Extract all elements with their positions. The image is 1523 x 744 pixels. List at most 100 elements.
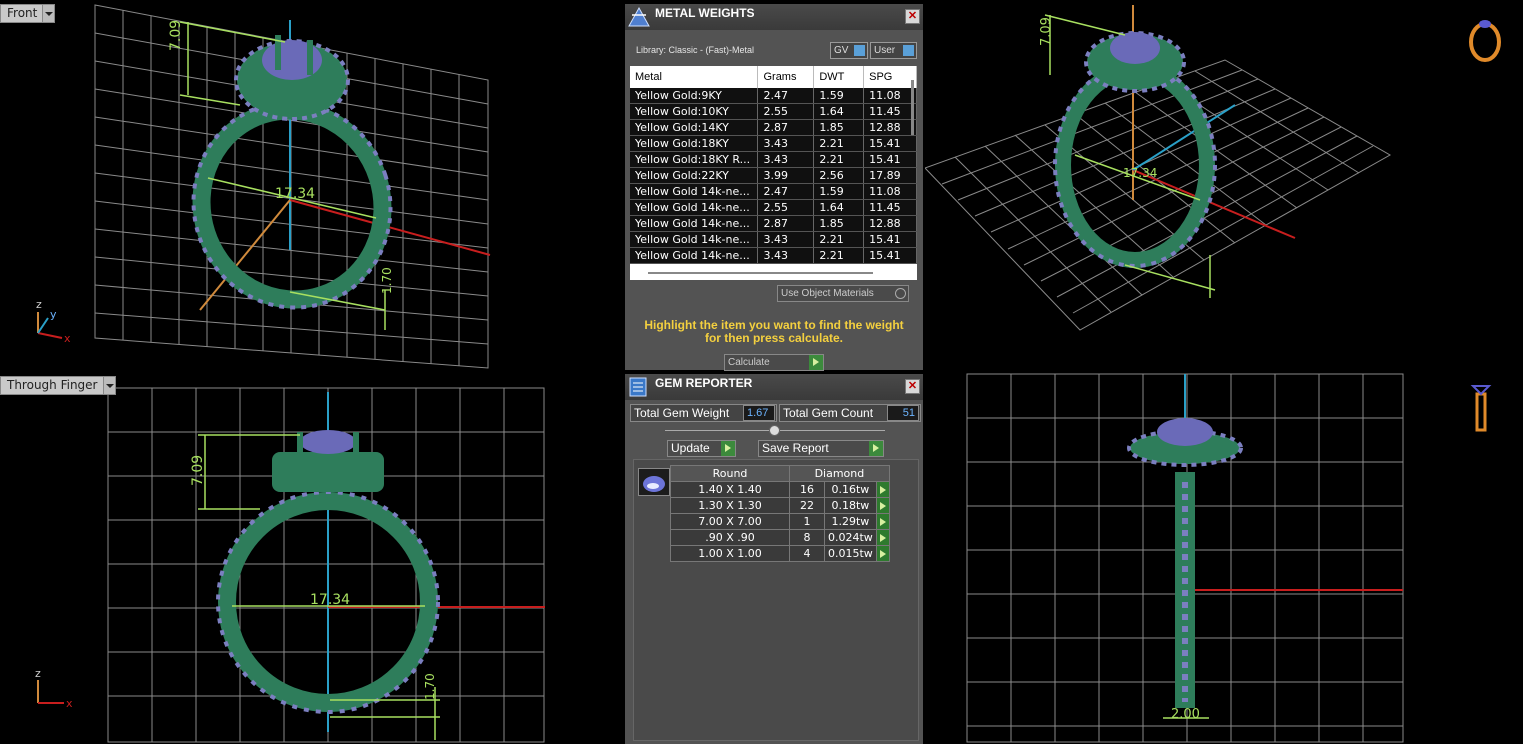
- table-row[interactable]: Yellow Gold 14k-ne... 2.55 1.64 11.45: [630, 199, 917, 216]
- cell: 0.024tw: [824, 529, 877, 546]
- table-row[interactable]: 1.40 X 1.40 16 0.16tw: [670, 481, 890, 498]
- cell: 2.87: [757, 119, 815, 136]
- col-diamond: Diamond: [789, 465, 890, 482]
- toggle-icon: [895, 288, 906, 299]
- calculate-hint: Highlight the item you want to find the …: [625, 319, 923, 345]
- cell: 3.43: [757, 247, 815, 264]
- table-row[interactable]: Yellow Gold:14KY 2.87 1.85 12.88: [630, 119, 917, 136]
- row-arrow-icon[interactable]: [875, 481, 890, 498]
- dim-width-label: 17.34: [275, 186, 315, 202]
- cell: Yellow Gold:10KY: [630, 103, 759, 120]
- table-row[interactable]: 1.00 X 1.00 4 0.015tw: [670, 545, 890, 562]
- library-label: Library: Classic - (Fast)-Metal: [636, 45, 755, 55]
- cell: 15.41: [863, 247, 917, 264]
- cell: 4: [789, 545, 825, 562]
- cell: Yellow Gold 14k-ne...: [630, 247, 759, 264]
- row-arrow-icon[interactable]: [875, 529, 890, 546]
- viewport-front-name: Front: [7, 6, 38, 20]
- cell: Yellow Gold:9KY: [630, 88, 759, 104]
- table-row[interactable]: 1.30 X 1.30 22 0.18tw: [670, 497, 890, 514]
- row-arrow-icon[interactable]: [875, 497, 890, 514]
- slider-handle[interactable]: [769, 425, 780, 436]
- close-icon[interactable]: ✕: [905, 9, 920, 24]
- center-stone: [300, 430, 356, 454]
- cell: Yellow Gold:18KY: [630, 135, 759, 152]
- center-stone: [1110, 32, 1160, 64]
- col-dwt[interactable]: DWT: [813, 66, 865, 88]
- calculate-button[interactable]: Calculate: [724, 354, 824, 371]
- through-finger-canvas: 7.09 17.34 1.70 z x: [35, 387, 545, 743]
- cell: 1.64: [813, 103, 865, 120]
- cell: 1.59: [813, 88, 865, 104]
- horizontal-scrollbar[interactable]: [648, 272, 873, 274]
- row-arrow-icon[interactable]: [875, 513, 890, 530]
- dim-band-label: 1.70: [423, 673, 437, 700]
- table-row[interactable]: Yellow Gold:22KY 3.99 2.56 17.89: [630, 167, 917, 184]
- col-metal[interactable]: Metal: [630, 66, 759, 88]
- row-arrow-icon[interactable]: [875, 545, 890, 562]
- dim-height-label: 7.09: [1039, 17, 1054, 46]
- viewport-side[interactable]: 2.00: [925, 372, 1523, 744]
- vertical-scrollbar[interactable]: [911, 80, 914, 135]
- cell: 1.64: [813, 199, 865, 216]
- table-row[interactable]: .90 X .90 8 0.024tw: [670, 529, 890, 546]
- round-diamond-icon: [638, 468, 670, 496]
- user-toggle[interactable]: User: [870, 42, 917, 59]
- metal-weights-titlebar[interactable]: METAL WEIGHTS ✕: [625, 4, 923, 30]
- save-report-button[interactable]: Save Report: [758, 440, 884, 457]
- table-row[interactable]: Yellow Gold:18KY 3.43 2.21 15.41: [630, 135, 917, 152]
- gv-label: GV: [834, 45, 849, 56]
- cell: 2.21: [813, 135, 865, 152]
- viewport-through-finger-label[interactable]: Through Finger: [0, 376, 116, 395]
- svg-text:x: x: [64, 332, 71, 345]
- ring-band: [1055, 62, 1215, 268]
- viewport-front-label[interactable]: Front: [0, 4, 56, 23]
- cell: 0.015tw: [824, 545, 877, 562]
- cell: 3.43: [757, 151, 815, 168]
- side-view-canvas: 2.00: [966, 373, 1492, 743]
- gem-table[interactable]: Round Diamond 1.40 X 1.40 16 0.16tw 1.30 X…: [670, 465, 890, 562]
- col-grams[interactable]: Grams: [757, 66, 815, 88]
- total-gem-count-label: Total Gem Count: [783, 406, 874, 420]
- table-row[interactable]: Yellow Gold:9KY 2.47 1.59 11.08: [630, 88, 917, 104]
- svg-text:y: y: [50, 308, 57, 321]
- gv-toggle[interactable]: GV: [830, 42, 868, 59]
- cell: 1.85: [813, 215, 865, 232]
- cell: 17.89: [863, 167, 917, 184]
- chevron-down-icon[interactable]: [42, 4, 56, 23]
- report-icon: [629, 377, 647, 397]
- table-row[interactable]: Yellow Gold:10KY 2.55 1.64 11.45: [630, 103, 917, 120]
- close-icon[interactable]: ✕: [905, 379, 920, 394]
- table-row[interactable]: Yellow Gold 14k-ne... 2.87 1.85 12.88: [630, 215, 917, 232]
- table-row[interactable]: Yellow Gold:18KY R... 3.43 2.21 15.41: [630, 151, 917, 168]
- table-row[interactable]: 7.00 X 7.00 1 1.29tw: [670, 513, 890, 530]
- cell: 15.41: [863, 151, 917, 168]
- metal-table[interactable]: Metal Grams DWT SPG Yellow Gold:9KY 2.47 1…: [630, 66, 917, 280]
- svg-text:z: z: [35, 667, 41, 680]
- cell: 7.00 X 7.00: [670, 513, 790, 530]
- size-slider[interactable]: [665, 425, 885, 436]
- cell: 1.29tw: [824, 513, 877, 530]
- ring-preview-icon[interactable]: [1469, 20, 1501, 62]
- table-row[interactable]: Yellow Gold 14k-ne... 3.43 2.21 15.41: [630, 231, 917, 248]
- col-spg[interactable]: SPG: [863, 66, 917, 88]
- use-object-materials-toggle[interactable]: Use Object Materials: [777, 285, 909, 302]
- viewport-front[interactable]: 7.09 17.34 1.70 z y x Front: [0, 0, 623, 370]
- save-report-label: Save Report: [762, 441, 829, 455]
- viewport-through-finger[interactable]: 7.09 17.34 1.70 z x Through Finger: [0, 372, 623, 744]
- update-button[interactable]: Update: [667, 440, 736, 457]
- play-icon: [721, 441, 735, 456]
- cell: 1.40 X 1.40: [670, 481, 790, 498]
- chevron-down-icon[interactable]: [102, 376, 116, 395]
- table-row[interactable]: Yellow Gold 14k-ne... 3.43 2.21 15.41: [630, 247, 917, 264]
- halo: [272, 452, 384, 492]
- table-row[interactable]: Yellow Gold 14k-ne... 2.47 1.59 11.08: [630, 183, 917, 200]
- side-preview-icon[interactable]: [1470, 385, 1492, 432]
- cell: Yellow Gold:14KY: [630, 119, 759, 136]
- metal-weights-title: METAL WEIGHTS: [655, 6, 755, 20]
- center-stone: [1157, 418, 1213, 446]
- hint-line-2: for then press calculate.: [704, 331, 844, 345]
- gem-reporter-titlebar[interactable]: GEM REPORTER ✕: [625, 374, 923, 400]
- viewport-perspective[interactable]: 7.09 17.34: [925, 0, 1523, 370]
- cell: 8: [789, 529, 825, 546]
